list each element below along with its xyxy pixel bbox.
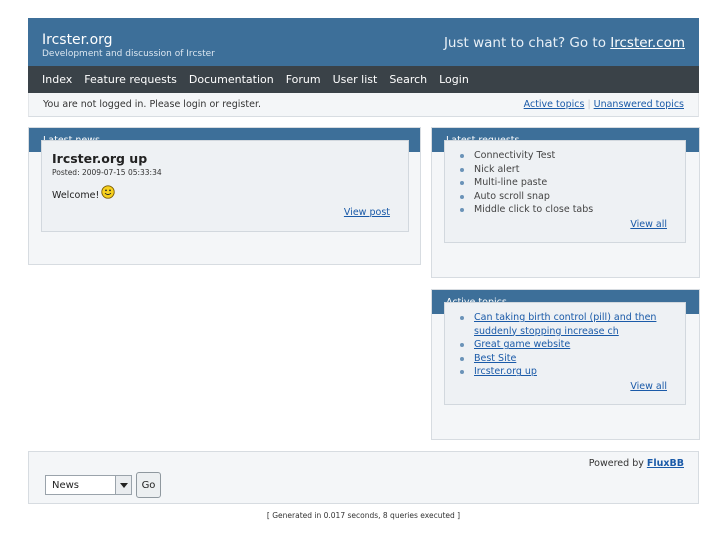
request-item: Nick alert bbox=[459, 163, 674, 177]
active-topic-link[interactable]: Ircster.org up bbox=[474, 366, 537, 377]
status-bar: You are not logged in. Please login or r… bbox=[28, 93, 699, 117]
latest-requests-box: Latest requests Connectivity Test Nick a… bbox=[431, 127, 700, 278]
powered-by-text: Powered by bbox=[588, 458, 647, 469]
active-topics-box: Active topics Can taking birth control (… bbox=[431, 289, 700, 440]
active-topic-item: Ircster.org up bbox=[459, 365, 674, 379]
login-status-message: You are not logged in. Please login or r… bbox=[43, 99, 261, 110]
news-post: Ircster.org up Posted: 2009-07-15 05:33:… bbox=[41, 140, 409, 232]
active-topics-link[interactable]: Active topics bbox=[524, 99, 585, 110]
main-navigation: Index Feature requests Documentation For… bbox=[28, 66, 699, 93]
news-post-title: Ircster.org up bbox=[52, 151, 148, 166]
news-post-text: Welcome! bbox=[52, 190, 100, 201]
nav-documentation[interactable]: Documentation bbox=[189, 73, 274, 86]
request-item: Multi-line paste bbox=[459, 176, 674, 190]
requests-list: Connectivity Test Nick alert Multi-line … bbox=[459, 149, 674, 217]
fluxbb-link[interactable]: FluxBB bbox=[647, 458, 684, 469]
request-item: Auto scroll snap bbox=[459, 190, 674, 204]
active-topics-view-all-link[interactable]: View all bbox=[630, 381, 667, 392]
site-description: Development and discussion of Ircster bbox=[42, 49, 215, 59]
nav-search[interactable]: Search bbox=[389, 73, 427, 86]
unanswered-topics-link[interactable]: Unanswered topics bbox=[594, 99, 684, 110]
active-topic-link[interactable]: Best Site bbox=[474, 353, 516, 364]
active-topics-panel: Can taking birth control (pill) and then… bbox=[444, 302, 686, 405]
active-topic-link[interactable]: Can taking birth control (pill) and then… bbox=[474, 312, 656, 337]
active-topic-link[interactable]: Great game website bbox=[474, 339, 570, 350]
chat-banner: Just want to chat? Go to Ircster.com bbox=[444, 35, 685, 51]
site-header: Ircster.org Development and discussion o… bbox=[28, 18, 699, 66]
active-topic-item: Can taking birth control (pill) and then… bbox=[459, 311, 674, 338]
nav-feature-requests[interactable]: Feature requests bbox=[84, 73, 177, 86]
powered-by: Powered by FluxBB bbox=[589, 458, 684, 469]
active-topic-item: Best Site bbox=[459, 352, 674, 366]
requests-list-panel: Connectivity Test Nick alert Multi-line … bbox=[444, 140, 686, 243]
news-post-date: Posted: 2009-07-15 05:33:34 bbox=[52, 168, 162, 177]
news-post-body: Welcome! bbox=[52, 185, 115, 202]
footer-box: Powered by FluxBB News Go bbox=[28, 451, 699, 504]
site-title: Ircster.org bbox=[42, 32, 113, 48]
request-item: Connectivity Test bbox=[459, 149, 674, 163]
request-item: Middle click to close tabs bbox=[459, 203, 674, 217]
nav-login[interactable]: Login bbox=[439, 73, 469, 86]
nav-forum[interactable]: Forum bbox=[286, 73, 321, 86]
view-post-link[interactable]: View post bbox=[344, 207, 390, 218]
link-separator: | bbox=[587, 99, 591, 110]
nav-index[interactable]: Index bbox=[42, 73, 72, 86]
chat-banner-text: Just want to chat? Go to bbox=[443, 35, 611, 51]
generation-stats: [ Generated in 0.017 seconds, 8 queries … bbox=[266, 511, 461, 520]
smiley-icon bbox=[101, 185, 115, 202]
chevron-down-icon[interactable] bbox=[115, 476, 131, 494]
go-button[interactable]: Go bbox=[136, 472, 161, 498]
ircster-com-link[interactable]: Ircster.com bbox=[610, 35, 685, 51]
status-links: Active topics | Unanswered topics bbox=[524, 99, 684, 110]
active-topic-item: Great game website bbox=[459, 338, 674, 352]
requests-view-all-link[interactable]: View all bbox=[630, 219, 667, 230]
active-topics-list: Can taking birth control (pill) and then… bbox=[459, 311, 674, 379]
forum-jump-value: News bbox=[52, 480, 80, 491]
forum-jump-select[interactable]: News bbox=[45, 475, 132, 495]
latest-news-box: Latest news Ircster.org up Posted: 2009-… bbox=[28, 127, 421, 265]
nav-user-list[interactable]: User list bbox=[333, 73, 378, 86]
